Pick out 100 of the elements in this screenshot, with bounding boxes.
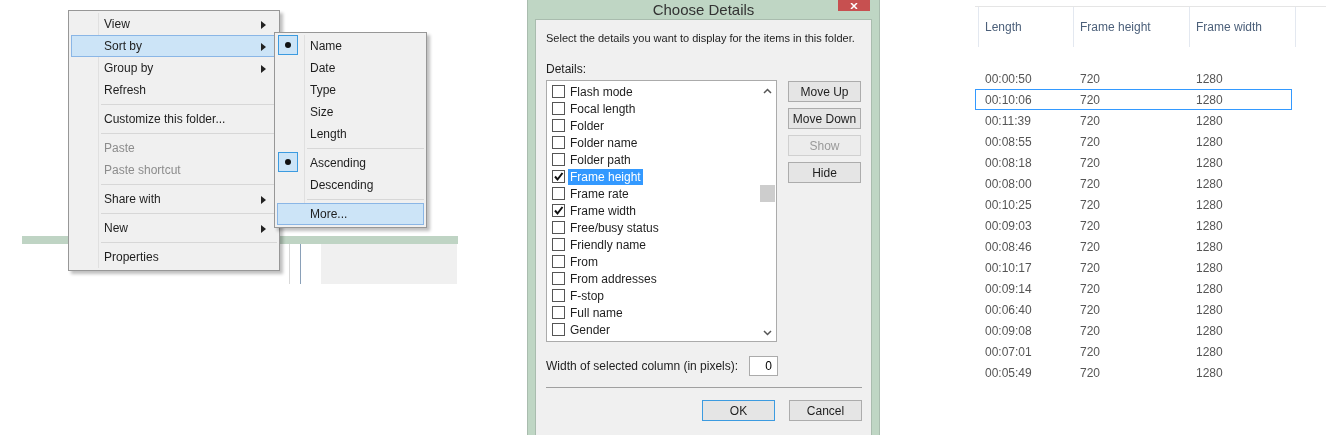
column-header[interactable]: Frame width: [1189, 7, 1296, 47]
submenu-arrow-icon: [261, 225, 266, 233]
table-row[interactable]: 00:08:18 720 1280: [975, 152, 1292, 173]
list-item[interactable]: Frame width: [568, 202, 639, 219]
menu-item[interactable]: New: [71, 217, 277, 239]
checkbox[interactable]: [552, 238, 565, 251]
table-row[interactable]: 00:05:49 720 1280: [975, 362, 1292, 383]
menu-item[interactable]: Ascending: [277, 152, 424, 174]
close-button[interactable]: [838, 0, 870, 11]
table-row[interactable]: 00:10:25 720 1280: [975, 194, 1292, 215]
list-item[interactable]: Free/busy status: [568, 219, 661, 236]
table-row[interactable]: 00:06:40 720 1280: [975, 299, 1292, 320]
list-item[interactable]: Folder path: [568, 151, 633, 168]
table-cell-text: 00:10:25: [985, 197, 1033, 212]
width-field[interactable]: 0: [749, 356, 778, 376]
checkbox[interactable]: [552, 204, 565, 217]
table-cell-text: 00:08:18: [985, 155, 1033, 170]
table-cell-text: 720: [1080, 176, 1102, 191]
checkbox[interactable]: [552, 306, 565, 319]
window-divider: [300, 244, 301, 284]
submenu-arrow-icon: [261, 65, 266, 73]
checkbox[interactable]: [552, 170, 565, 183]
menu-item[interactable]: Date: [277, 57, 424, 79]
list-item[interactable]: Folder name: [568, 134, 640, 151]
table-cell-text: 00:08:55: [985, 134, 1033, 149]
scrollbar-thumb[interactable]: [760, 185, 775, 202]
menu-item[interactable]: Customize this folder...: [71, 108, 277, 130]
list-item[interactable]: Gender: [568, 321, 613, 338]
menu-item[interactable]: Refresh: [71, 79, 277, 101]
table-cell-text: 720: [1080, 71, 1102, 86]
list-item[interactable]: Frame rate: [568, 185, 631, 202]
table-cell-text: 720: [1080, 260, 1102, 275]
table-cell-text: 00:08:46: [985, 239, 1033, 254]
close-icon: [850, 2, 858, 9]
menu-item[interactable]: Share with: [71, 188, 277, 210]
table-cell-text: 1280: [1196, 344, 1224, 359]
table-row[interactable]: 00:08:55 720 1280: [975, 131, 1292, 152]
radio-check-icon: [278, 35, 298, 55]
table-cell-text: 720: [1080, 323, 1102, 338]
table-row[interactable]: 00:11:39 720 1280: [975, 110, 1292, 131]
list-item[interactable]: From addresses: [568, 270, 659, 287]
column-header[interactable]: Length: [978, 7, 1073, 47]
table-row[interactable]: 00:09:03 720 1280: [975, 215, 1292, 236]
menu-item[interactable]: More...: [277, 203, 424, 225]
window-title: Choose Details: [652, 1, 755, 18]
checkbox[interactable]: [552, 255, 565, 268]
column-header[interactable]: Frame height: [1073, 7, 1189, 47]
list-item[interactable]: Folder: [568, 117, 606, 134]
window-divider: [289, 244, 290, 284]
table-row[interactable]: 00:08:46 720 1280: [975, 236, 1292, 257]
dialog-button[interactable]: Hide: [788, 162, 861, 183]
table-cell-text: 1280: [1196, 176, 1224, 191]
dialog-button[interactable]: Move Down: [788, 108, 861, 129]
table-cell-text: 1280: [1196, 197, 1224, 212]
dialog-button[interactable]: OK: [702, 400, 775, 421]
checkbox[interactable]: [552, 153, 565, 166]
table-row[interactable]: 00:07:01 720 1280: [975, 341, 1292, 362]
table-cell-text: 720: [1080, 239, 1102, 254]
table-cell-text: 00:09:08: [985, 323, 1033, 338]
menu-item[interactable]: Length: [277, 123, 424, 145]
table-cell-text: 720: [1080, 302, 1102, 317]
checkbox[interactable]: [552, 102, 565, 115]
list-item[interactable]: Focal length: [568, 100, 638, 117]
menu-item[interactable]: Sort by: [71, 35, 277, 57]
list-item[interactable]: Friendly name: [568, 236, 649, 253]
checkbox[interactable]: [552, 85, 565, 98]
dialog-button[interactable]: Move Up: [788, 81, 861, 102]
scroll-up-icon: [763, 88, 772, 94]
table-row[interactable]: 00:09:08 720 1280: [975, 320, 1292, 341]
table-cell-text: 720: [1080, 365, 1102, 380]
checkbox[interactable]: [552, 187, 565, 200]
menu-item[interactable]: Size: [277, 101, 424, 123]
table-row[interactable]: 00:10:17 720 1280: [975, 257, 1292, 278]
table-row[interactable]: 00:00:50 720 1280: [975, 68, 1292, 89]
table-cell-text: 1280: [1196, 134, 1224, 149]
table-cell-text: 720: [1080, 155, 1102, 170]
list-item[interactable]: Full name: [568, 304, 625, 321]
list-item[interactable]: From: [568, 253, 600, 270]
table-row[interactable]: 00:09:14 720 1280: [975, 278, 1292, 299]
checkbox[interactable]: [552, 272, 565, 285]
list-item[interactable]: Flash mode: [568, 83, 635, 100]
checkbox[interactable]: [552, 119, 565, 132]
table-cell-text: 00:10:17: [985, 260, 1033, 275]
menu-item[interactable]: Group by: [71, 57, 277, 79]
menu-item[interactable]: View: [71, 13, 277, 35]
table-row[interactable]: 00:10:06 720 1280: [975, 89, 1292, 110]
table-row[interactable]: 00:08:00 720 1280: [975, 173, 1292, 194]
table-cell-text: 1280: [1196, 155, 1224, 170]
checkbox[interactable]: [552, 221, 565, 234]
menu-item[interactable]: Name: [277, 35, 424, 57]
list-item[interactable]: F-stop: [568, 287, 606, 304]
table-cell-text: 720: [1080, 92, 1102, 107]
menu-item[interactable]: Type: [277, 79, 424, 101]
menu-item[interactable]: Descending: [277, 174, 424, 196]
checkbox[interactable]: [552, 136, 565, 149]
menu-item[interactable]: Properties: [71, 246, 277, 268]
table-cell-text: 00:09:14: [985, 281, 1033, 296]
checkbox[interactable]: [552, 323, 565, 336]
checkbox[interactable]: [552, 289, 565, 302]
dialog-button[interactable]: Cancel: [789, 400, 862, 421]
